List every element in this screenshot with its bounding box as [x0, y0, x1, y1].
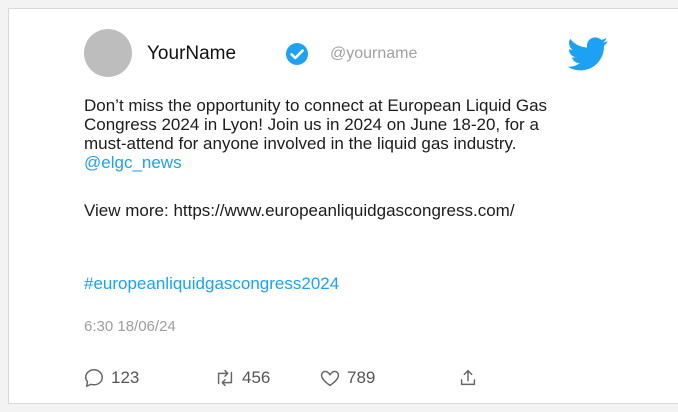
heart-icon: [320, 370, 340, 387]
user-handle[interactable]: @yourname: [330, 45, 417, 63]
view-more-text[interactable]: View more: https://www.europeanliquidgas…: [84, 201, 574, 220]
reply-icon: [85, 369, 103, 387]
avatar[interactable]: [84, 29, 132, 77]
reply-count: 123: [111, 368, 140, 387]
timestamp[interactable]: 6:30 18/06/24: [84, 318, 176, 335]
verified-badge-icon: [286, 43, 308, 65]
tweet-body: Don’t miss the opportunity to connect at…: [84, 96, 548, 153]
retweet-icon: [217, 369, 233, 387]
retweet-count: 456: [242, 368, 271, 387]
reply-button[interactable]: 123: [83, 367, 139, 389]
display-name[interactable]: YourName: [147, 43, 236, 65]
tweet-card: YourName @yourname Don’t miss the opport…: [8, 8, 678, 404]
like-count: 789: [347, 368, 376, 387]
share-button[interactable]: [457, 367, 479, 389]
tweet-text: Don’t miss the opportunity to connect at…: [84, 96, 574, 172]
hashtag-link[interactable]: #europeanliquidgascongress2024: [84, 274, 339, 294]
mention-link[interactable]: @elgc_news: [84, 153, 182, 172]
share-icon: [460, 369, 476, 386]
twitter-bird-icon: [567, 37, 608, 71]
retweet-button[interactable]: 456: [214, 367, 270, 389]
like-button[interactable]: 789: [319, 367, 375, 389]
